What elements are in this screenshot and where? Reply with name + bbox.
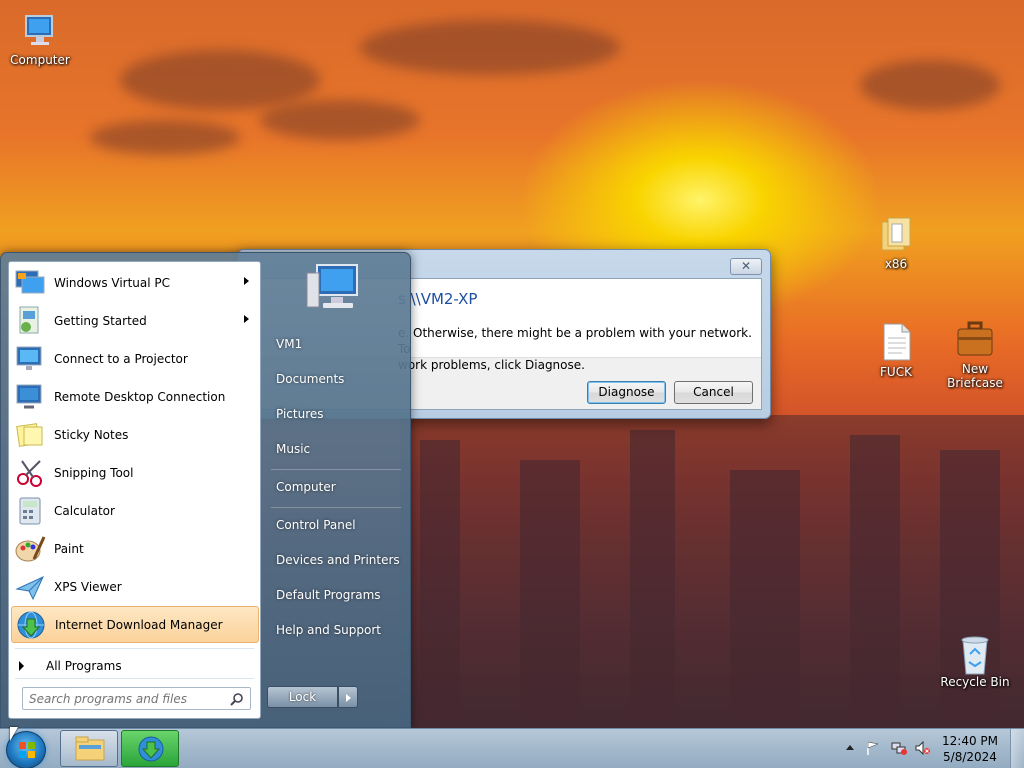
wallpaper-cloud (90, 120, 240, 155)
taskbar-explorer-button[interactable] (60, 730, 118, 767)
dialog-close-button[interactable]: ✕ (730, 258, 762, 275)
right-separator (271, 507, 401, 508)
program-label: XPS Viewer (54, 579, 122, 594)
desktop-icon-label: Computer (10, 53, 70, 67)
desktop-icon-fuck[interactable]: FUCK (856, 322, 936, 379)
xps-viewer-icon (14, 571, 46, 603)
wallpaper-skyline (400, 415, 1024, 730)
wallpaper-cloud (360, 20, 620, 75)
lock-button[interactable]: Lock (267, 686, 338, 708)
right-item-default-programs[interactable]: Default Programs (268, 580, 404, 610)
dialog-message-line: work problems, click Diagnose. (398, 358, 585, 372)
mouse-cursor-icon (10, 727, 18, 741)
desktop-icon-x86[interactable]: x86 (856, 214, 936, 271)
scissors-icon (14, 457, 46, 489)
right-separator (271, 469, 401, 470)
search-separator (15, 678, 254, 679)
all-programs-button[interactable]: All Programs (19, 659, 122, 673)
desktop-icon-label: Recycle Bin (940, 675, 1010, 689)
user-computer-icon (306, 264, 358, 308)
computer-icon (20, 10, 60, 50)
clock-date: 5/8/2024 (943, 750, 997, 764)
program-calculator[interactable]: Calculator (11, 492, 259, 529)
show-hidden-icons-button[interactable] (846, 745, 854, 750)
dialog-message: e. Otherwise, there might be a problem w… (398, 325, 768, 373)
desktop-icon-new-briefcase[interactable]: New Briefcase (935, 319, 1015, 390)
program-label: Connect to a Projector (54, 351, 188, 366)
calculator-icon (14, 495, 46, 527)
diagnose-button[interactable]: Diagnose (587, 381, 666, 404)
program-label: Snipping Tool (54, 465, 134, 480)
start-menu-programs-pane: Windows Virtual PC Getting Started Conne… (8, 261, 261, 719)
program-label: Calculator (54, 503, 115, 518)
sticky-notes-icon (14, 419, 46, 451)
all-programs-label: All Programs (46, 659, 122, 673)
briefcase-icon (955, 319, 995, 359)
right-item-pictures[interactable]: Pictures (268, 399, 404, 429)
folder-icon (876, 214, 916, 254)
program-sticky-notes[interactable]: Sticky Notes (11, 416, 259, 453)
folder-icon (75, 736, 105, 761)
right-item-vm1[interactable]: VM1 (268, 329, 404, 359)
program-label: Getting Started (54, 313, 147, 328)
network-icon[interactable] (891, 741, 907, 755)
show-desktop-button[interactable] (1010, 729, 1024, 768)
program-label: Windows Virtual PC (54, 275, 171, 290)
shutdown-options-button[interactable] (338, 686, 358, 708)
action-center-flag-icon[interactable] (866, 741, 880, 755)
dialog-message-line: e. Otherwise, there might be a problem w… (398, 326, 752, 356)
desktop-icon-recycle-bin[interactable]: Recycle Bin (935, 632, 1015, 689)
program-label: Sticky Notes (54, 427, 129, 442)
search-icon (230, 692, 244, 709)
program-label: Paint (54, 541, 84, 556)
programs-separator (15, 648, 254, 649)
desktop-icon-label: New Briefcase (947, 362, 1003, 390)
start-menu: Windows Virtual PC Getting Started Conne… (0, 252, 411, 728)
program-xps-viewer[interactable]: XPS Viewer (11, 568, 259, 605)
program-getting-started[interactable]: Getting Started (11, 302, 259, 339)
start-search-input[interactable] (29, 688, 219, 709)
wallpaper-cloud (120, 50, 320, 110)
desktop-icon-label: FUCK (880, 365, 912, 379)
wallpaper-cloud (860, 60, 1000, 110)
paint-palette-icon (14, 533, 46, 565)
wallpaper-cloud (260, 100, 420, 140)
idm-globe-icon (15, 609, 47, 641)
submenu-arrow-icon (244, 315, 249, 323)
program-windows-virtual-pc[interactable]: Windows Virtual PC (11, 264, 259, 301)
user-picture[interactable] (303, 259, 367, 319)
right-item-devices-printers[interactable]: Devices and Printers (268, 545, 404, 575)
desktop-icon-label: x86 (884, 257, 908, 271)
program-internet-download-manager[interactable]: Internet Download Manager (11, 606, 259, 643)
right-item-music[interactable]: Music (268, 434, 404, 464)
volume-muted-icon[interactable] (915, 740, 930, 756)
projector-icon (14, 343, 46, 375)
all-programs-arrow-icon (19, 661, 24, 671)
program-label: Internet Download Manager (55, 617, 223, 632)
clock-time: 12:40 PM (942, 734, 998, 748)
right-item-help-support[interactable]: Help and Support (268, 615, 404, 645)
getting-started-icon (14, 305, 46, 337)
program-connect-to-projector[interactable]: Connect to a Projector (11, 340, 259, 377)
start-search-box[interactable] (22, 687, 251, 710)
recycle-bin-icon (955, 632, 995, 675)
taskbar-idm-button[interactable] (121, 730, 179, 767)
idm-globe-icon (138, 736, 164, 762)
text-document-icon (876, 322, 916, 362)
taskbar-clock[interactable]: 12:40 PM 5/8/2024 (940, 733, 1000, 765)
remote-desktop-icon (14, 381, 46, 413)
right-item-computer[interactable]: Computer (268, 472, 404, 502)
submenu-arrow-icon (244, 277, 249, 285)
cancel-button[interactable]: Cancel (674, 381, 753, 404)
right-item-control-panel[interactable]: Control Panel (268, 510, 404, 540)
program-paint[interactable]: Paint (11, 530, 259, 567)
program-remote-desktop[interactable]: Remote Desktop Connection (11, 378, 259, 415)
program-label: Remote Desktop Connection (54, 389, 226, 404)
desktop-icon-computer[interactable]: Computer (0, 10, 80, 67)
virtual-pc-icon (14, 267, 46, 299)
right-item-documents[interactable]: Documents (268, 364, 404, 394)
program-snipping-tool[interactable]: Snipping Tool (11, 454, 259, 491)
